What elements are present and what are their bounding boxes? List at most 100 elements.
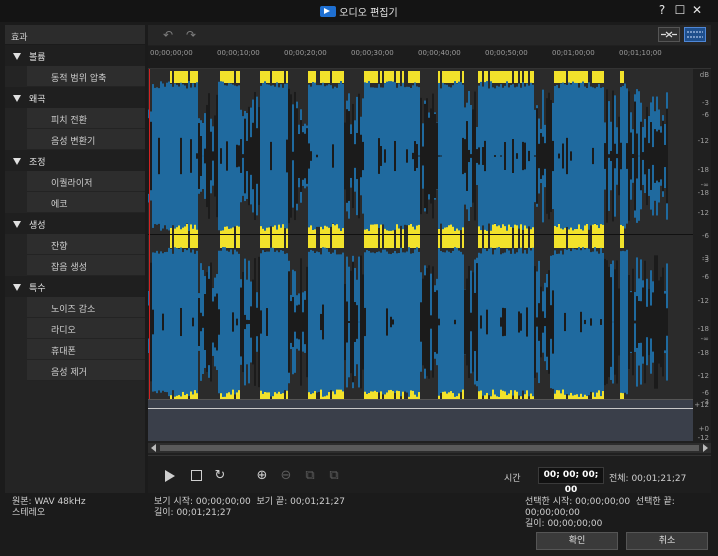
clip-marker [374, 71, 376, 83]
waveform-column [226, 250, 228, 394]
waveform-peak [536, 317, 538, 327]
waveform-peak [212, 151, 214, 161]
effect-pitch-shift[interactable]: 피치 전환 [27, 108, 145, 129]
category-adjust[interactable]: 조정 [5, 150, 145, 171]
waveform-column [512, 248, 514, 396]
scroll-thumb[interactable] [160, 445, 699, 451]
horizontal-scrollbar[interactable] [148, 443, 711, 453]
stop-icon[interactable] [191, 470, 202, 481]
waveform-column [452, 85, 454, 227]
waveform-peak [286, 139, 288, 173]
category-special[interactable]: 특수 [5, 276, 145, 297]
waveform-peak [620, 142, 622, 170]
effect-echo[interactable]: 에코 [27, 192, 145, 213]
help-button[interactable]: ? [655, 3, 669, 17]
waveform-area[interactable] [148, 69, 693, 402]
clip-marker [314, 71, 316, 83]
waveform-column [498, 86, 500, 226]
waveform-column [528, 247, 530, 397]
play-icon[interactable] [165, 470, 175, 482]
current-time-display[interactable]: 00; 00; 00; 00 [538, 467, 604, 495]
effect-noise-reduction[interactable]: 노이즈 감소 [27, 297, 145, 318]
waveform-column [496, 85, 498, 227]
effect-phone[interactable]: 휴대폰 [27, 339, 145, 360]
waveform-peak [646, 106, 648, 206]
category-distortion[interactable]: 왜곡 [5, 87, 145, 108]
cancel-button[interactable]: 취소 [626, 532, 708, 550]
clip-marker [572, 71, 574, 83]
waveform-column [234, 249, 236, 395]
waveform-peak [470, 154, 472, 158]
volume-envelope[interactable] [148, 399, 693, 441]
waveform-column [554, 86, 556, 226]
waveform-peak [526, 307, 528, 337]
clip-marker [380, 71, 382, 83]
scroll-left-icon[interactable] [151, 444, 156, 452]
waveform-peak [310, 151, 312, 161]
redo-icon[interactable]: ↷ [186, 28, 196, 42]
fit-to-view-button[interactable] [658, 27, 680, 42]
loop-icon[interactable]: ↻ [212, 468, 228, 484]
effect-voice-removal[interactable]: 음성 제거 [27, 360, 145, 381]
collapse-arrow-icon [13, 53, 21, 60]
zoom-in-icon[interactable]: ⊕ [254, 468, 270, 484]
waveform-column [160, 81, 162, 231]
waveform-peak [660, 132, 662, 180]
waveform-column [400, 86, 402, 226]
waveform-peak [258, 256, 260, 388]
timeline-ruler[interactable]: 00;00;00;00 00;00;10;00 00;00;20;00 00;00;3… [148, 46, 711, 69]
ok-button[interactable]: 확인 [536, 532, 618, 550]
waveform-peak [432, 266, 434, 378]
waveform-peak [502, 307, 504, 337]
waveform-peak [218, 309, 220, 335]
clip-marker [532, 71, 534, 83]
waveform-column [488, 88, 490, 224]
effect-dynamic-range-compression[interactable]: 동적 범위 압축 [27, 66, 145, 87]
source-info: 원본: WAV 48kHz 스테레오 [12, 497, 86, 519]
waveform-column [580, 82, 582, 230]
undo-icon[interactable]: ↶ [163, 28, 173, 42]
category-generate[interactable]: 생성 [5, 213, 145, 234]
clip-marker [452, 224, 454, 248]
waveform-column [482, 248, 484, 396]
waveform-column [410, 87, 412, 225]
multi-track-view-button[interactable] [684, 27, 706, 42]
waveform-column [586, 88, 588, 224]
waveform-column [276, 82, 278, 230]
waveform-column [596, 251, 598, 393]
maximize-button[interactable]: ☐ [673, 3, 687, 17]
clip-marker [510, 71, 512, 83]
effect-radio[interactable]: 라디오 [27, 318, 145, 339]
scroll-right-icon[interactable] [703, 444, 708, 452]
category-volume[interactable]: 볼륨 [5, 45, 145, 66]
waveform-column [484, 248, 486, 396]
clip-marker [402, 71, 404, 83]
waveform-peak [430, 108, 432, 204]
waveform-column [376, 87, 378, 225]
zoom-out-icon[interactable]: ⊖ [278, 468, 294, 484]
waveform-peak [392, 319, 394, 325]
effect-noise-generation[interactable]: 잡음 생성 [27, 255, 145, 276]
zoom-selection-icon[interactable]: ⧉ [302, 468, 318, 484]
close-button[interactable]: ✕ [690, 3, 704, 17]
clip-marker [574, 71, 576, 83]
waveform-peak [418, 155, 420, 157]
clip-marker [370, 71, 372, 83]
waveform-peak [630, 132, 632, 180]
clip-marker [504, 71, 506, 83]
waveform-peak [354, 144, 356, 168]
effect-voice-changer[interactable]: 음성 변환기 [27, 129, 145, 150]
waveform-peak [470, 312, 472, 332]
effect-reverb[interactable]: 잔향 [27, 234, 145, 255]
clip-marker [190, 224, 192, 248]
clip-marker [192, 71, 194, 83]
waveform-column [366, 250, 368, 394]
waveform-peak [252, 122, 254, 190]
zoom-fit-icon[interactable]: ⧉ [326, 468, 342, 484]
clip-marker [532, 224, 534, 248]
clip-marker [592, 224, 594, 248]
effect-equalizer[interactable]: 이퀄라이저 [27, 171, 145, 192]
waveform-column [442, 82, 444, 230]
waveform-peak [380, 146, 382, 166]
waveform-peak [438, 155, 440, 157]
